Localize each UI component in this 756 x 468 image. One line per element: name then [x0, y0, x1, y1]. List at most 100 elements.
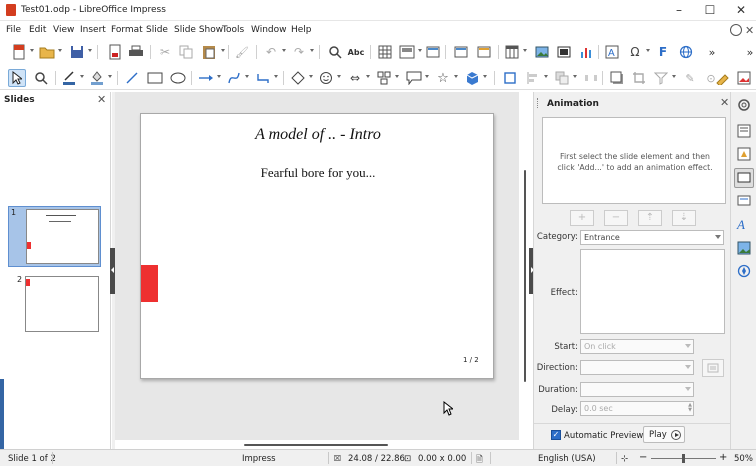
filter-icon[interactable]: [652, 69, 670, 87]
insert-table-icon[interactable]: [503, 43, 521, 61]
fill-color-icon[interactable]: [88, 69, 106, 87]
menu-window[interactable]: Window: [251, 25, 287, 35]
category-dropdown[interactable]: Entrance: [580, 230, 724, 245]
arrange-icon[interactable]: [553, 69, 571, 87]
remove-effect-button[interactable]: −: [604, 210, 628, 226]
slide-title[interactable]: A model of .. - Intro: [141, 126, 495, 144]
duration-spinbox[interactable]: [580, 382, 694, 397]
master-slide-status[interactable]: Impress: [242, 454, 276, 464]
align-objects-icon[interactable]: [524, 69, 542, 87]
move-down-button[interactable]: ⇣: [672, 210, 696, 226]
points-icon[interactable]: ✎: [681, 69, 699, 87]
new-document-icon[interactable]: [10, 43, 28, 61]
clone-formatting-icon[interactable]: 🖌: [233, 43, 251, 61]
line-color-icon[interactable]: [60, 69, 78, 87]
rectangle-tool-icon[interactable]: [146, 69, 164, 87]
slide-canvas[interactable]: A model of .. - Intro Fearful bore for y…: [140, 113, 494, 379]
crop-icon[interactable]: [630, 69, 648, 87]
menu-slide-show[interactable]: Slide Show: [174, 25, 223, 35]
play-button[interactable]: Play: [643, 426, 685, 443]
undo-icon[interactable]: ↶: [262, 43, 280, 61]
distribute-icon[interactable]: [582, 69, 600, 87]
delay-spin-arrows-icon[interactable]: ▲ ▼: [688, 403, 692, 413]
transformations-icon[interactable]: [501, 69, 519, 87]
flowchart-icon[interactable]: [375, 69, 393, 87]
gallery-icon[interactable]: [735, 69, 753, 87]
redo-icon[interactable]: ↷: [290, 43, 308, 61]
sidebar-animation-tab[interactable]: [734, 168, 754, 188]
curves-icon[interactable]: [225, 69, 243, 87]
menu-file[interactable]: File: [6, 25, 21, 35]
animation-list[interactable]: First select the slide element and then …: [542, 117, 726, 204]
duplicate-slide-icon[interactable]: [475, 43, 493, 61]
language-status[interactable]: English (USA): [538, 454, 596, 464]
red-rectangle-shape[interactable]: [141, 265, 158, 302]
zoom-slider-thumb[interactable]: [682, 454, 685, 463]
insert-media-icon[interactable]: [555, 43, 573, 61]
callouts-icon[interactable]: [405, 69, 423, 87]
toolbar-overflow-icon[interactable]: »: [703, 43, 721, 61]
menu-view[interactable]: View: [53, 25, 74, 35]
zoom-level[interactable]: 50%: [734, 454, 753, 464]
new-slide-icon[interactable]: [452, 43, 470, 61]
effect-options-button[interactable]: [702, 359, 724, 377]
close-button[interactable]: ✕: [726, 0, 756, 21]
direction-dropdown[interactable]: [580, 360, 694, 375]
zoom-pan-icon[interactable]: [32, 69, 50, 87]
open-folder-icon[interactable]: [38, 43, 56, 61]
slide-subtitle[interactable]: Fearful bore for you...: [141, 165, 495, 181]
connectors-icon[interactable]: [254, 69, 272, 87]
ellipse-tool-icon[interactable]: [169, 69, 187, 87]
delay-spinbox[interactable]: 0.0 sec ▲ ▼: [580, 401, 694, 416]
automatic-preview-label[interactable]: Automatic Preview: [564, 431, 643, 441]
symbol-shapes-icon[interactable]: [317, 69, 335, 87]
cut-icon[interactable]: ✂: [156, 43, 174, 61]
master-slide-icon[interactable]: [424, 43, 442, 61]
slide-thumb-2[interactable]: [25, 276, 99, 332]
editor-vertical-scrollbar[interactable]: [524, 170, 526, 382]
zoom-in-button[interactable]: +: [719, 452, 727, 463]
display-views-icon[interactable]: [398, 43, 416, 61]
select-tool-icon[interactable]: [8, 69, 26, 87]
glue-points-icon[interactable]: [713, 69, 731, 87]
export-pdf-icon[interactable]: [106, 43, 124, 61]
print-icon[interactable]: [127, 43, 145, 61]
menu-insert[interactable]: Insert: [80, 25, 106, 35]
minimize-button[interactable]: –: [664, 0, 694, 21]
maximize-button[interactable]: ☐: [695, 0, 725, 21]
menu-edit[interactable]: Edit: [29, 25, 46, 35]
globe-icon[interactable]: [730, 24, 742, 36]
slide-thumb-1[interactable]: [26, 209, 99, 264]
insert-textbox-icon[interactable]: A: [603, 43, 621, 61]
sidebar-properties-icon[interactable]: [737, 124, 751, 141]
find-replace-icon[interactable]: [326, 43, 344, 61]
sidebar-gallery-icon[interactable]: [737, 241, 751, 258]
hyperlink-icon[interactable]: [677, 43, 695, 61]
lines-arrows-icon[interactable]: [197, 69, 215, 87]
effect-list[interactable]: [580, 249, 725, 334]
3d-objects-icon[interactable]: [463, 69, 481, 87]
save-icon[interactable]: [68, 43, 86, 61]
zoom-out-button[interactable]: −: [639, 452, 647, 463]
menu-help[interactable]: Help: [291, 25, 312, 35]
shadow-icon[interactable]: [608, 69, 626, 87]
automatic-preview-checkbox[interactable]: ✓: [551, 430, 561, 440]
block-arrows-icon[interactable]: ⇔: [346, 69, 364, 87]
insert-chart-icon[interactable]: [577, 43, 595, 61]
slide-thumb-1-selection[interactable]: 1: [8, 206, 101, 267]
sidebar-settings-icon[interactable]: [737, 98, 751, 115]
line-tool-icon[interactable]: [123, 69, 141, 87]
stars-icon[interactable]: ☆: [434, 69, 452, 87]
sidebar-slide-transition-icon[interactable]: [737, 147, 751, 164]
spelling-icon[interactable]: Abc: [347, 43, 365, 61]
special-character-icon[interactable]: Ω: [626, 43, 644, 61]
sidebar-styles-icon[interactable]: A: [737, 217, 745, 233]
grid-icon[interactable]: [376, 43, 394, 61]
menu-slide[interactable]: Slide: [146, 25, 168, 35]
sidebar-master-slides-icon[interactable]: [737, 194, 751, 211]
slides-panel-close-icon[interactable]: ✕: [97, 93, 106, 106]
editor-horizontal-scrollbar[interactable]: [244, 444, 388, 446]
move-up-button[interactable]: ⇡: [638, 210, 662, 226]
start-dropdown[interactable]: On click: [580, 339, 694, 354]
animation-panel-close-icon[interactable]: ✕: [720, 96, 729, 109]
